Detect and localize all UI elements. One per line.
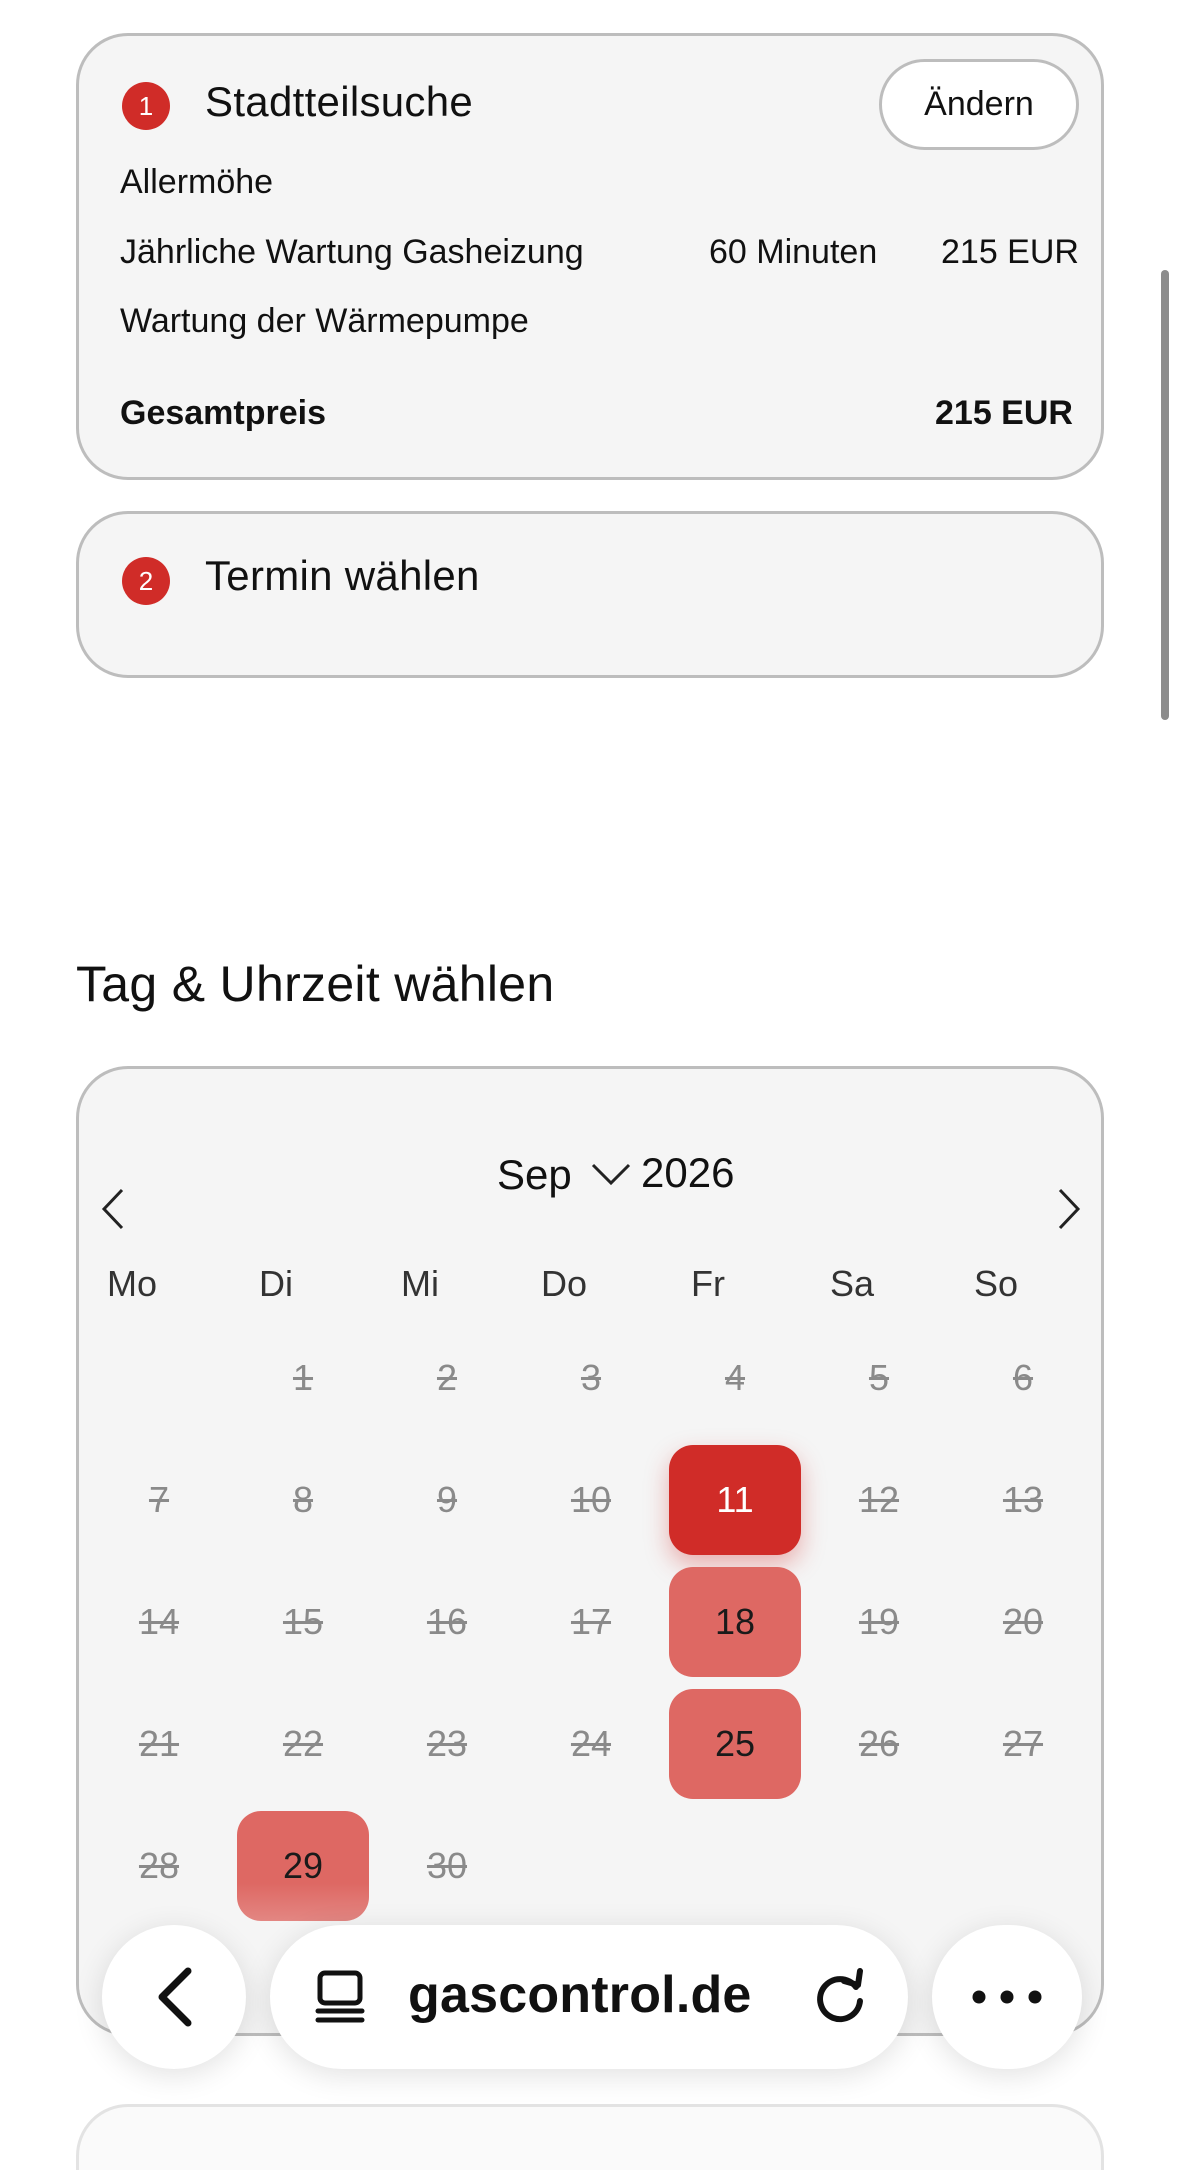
calendar: Sep 2026 Mo Di Mi Do Fr Sa So 1234567891… [76, 1066, 1104, 2036]
more-dots-icon [972, 1990, 1042, 2004]
calendar-day[interactable]: 18 [669, 1567, 801, 1677]
calendar-day: 7 [148, 1479, 170, 1520]
calendar-day[interactable]: 29 [237, 1811, 369, 1921]
step-title: Stadtteilsuche [205, 78, 474, 125]
back-arrow-icon [158, 1967, 192, 2027]
calendar-day: 5 [868, 1357, 890, 1398]
calendar-day: 10 [570, 1479, 612, 1520]
browser-back-button[interactable] [102, 1925, 246, 2069]
year-label[interactable]: 2026 [641, 1149, 734, 1197]
weekday-label: Do [540, 1263, 588, 1304]
section-title: Tag & Uhrzeit wählen [76, 956, 555, 1012]
calendar-day: 15 [282, 1601, 324, 1642]
weekday-label: Di [259, 1263, 293, 1304]
calendar-day: 2 [436, 1357, 458, 1398]
previous-month-button[interactable] [83, 1169, 143, 1249]
reload-icon[interactable] [810, 1967, 870, 2027]
calendar-day: 4 [724, 1357, 746, 1398]
calendar-day: 3 [580, 1357, 602, 1398]
weekday-label: Mo [106, 1263, 157, 1304]
calendar-day: 21 [138, 1723, 180, 1764]
calendar-day: 17 [570, 1601, 612, 1642]
calendar-day: 23 [426, 1723, 468, 1764]
calendar-day: 30 [426, 1845, 468, 1886]
service-duration: 60 Minuten [709, 233, 878, 271]
calendar-day-selected[interactable]: 11 [669, 1445, 801, 1555]
calendar-day: 24 [570, 1723, 612, 1764]
calendar-day: 19 [858, 1601, 900, 1642]
calendar-day: 13 [1002, 1479, 1044, 1520]
calendar-day: 28 [138, 1845, 180, 1886]
step-number-badge: 2 [122, 557, 170, 605]
calendar-day: 16 [426, 1601, 468, 1642]
calendar-day: 27 [1002, 1723, 1044, 1764]
url-text[interactable]: gascontrol.de [408, 1965, 752, 2025]
next-month-button[interactable] [1039, 1169, 1099, 1249]
weekday-label: So [973, 1263, 1019, 1304]
calendar-day: 26 [858, 1723, 900, 1764]
total-price-label: Gesamtpreis [120, 394, 326, 432]
calendar-day[interactable]: 25 [669, 1689, 801, 1799]
service-name: Wartung der Wärmepumpe [120, 302, 529, 340]
scrollbar[interactable] [1161, 270, 1169, 720]
service-name: Jährliche Wartung Gasheizung [120, 233, 584, 271]
calendar-day: 9 [436, 1479, 458, 1520]
service-price: 215 EUR [941, 233, 1079, 271]
chevron-left-icon [101, 1188, 124, 1230]
chevron-right-icon [1058, 1188, 1081, 1230]
calendar-day: 22 [282, 1723, 324, 1764]
month-label[interactable]: Sep [497, 1151, 572, 1199]
step-appointment-card[interactable]: 2 Termin wählen [76, 511, 1104, 678]
weekday-label: Sa [829, 1263, 875, 1304]
calendar-day: 6 [1012, 1357, 1034, 1398]
calendar-day: 20 [1002, 1601, 1044, 1642]
tabs-icon [315, 1970, 365, 2023]
calendar-day: 1 [292, 1357, 314, 1398]
weekday-label: Fr [691, 1263, 725, 1304]
step-title: Termin wählen [205, 552, 480, 599]
next-step-card [76, 2104, 1104, 2170]
total-price-value: 215 EUR [935, 394, 1073, 432]
calendar-day: 12 [858, 1479, 900, 1520]
step-number-badge: 1 [122, 82, 170, 130]
chevron-down-icon[interactable] [591, 1162, 631, 1186]
more-options-button[interactable] [932, 1925, 1082, 2069]
change-button[interactable]: Ändern [879, 59, 1079, 150]
district-name: Allermöhe [120, 163, 274, 201]
calendar-day: 14 [138, 1601, 180, 1642]
weekday-label: Mi [401, 1263, 439, 1304]
step-summary-card: 1 Stadtteilsuche Ändern Allermöhe Jährli… [76, 33, 1104, 480]
address-bar[interactable]: gascontrol.de [270, 1925, 908, 2069]
calendar-day: 8 [292, 1479, 314, 1520]
